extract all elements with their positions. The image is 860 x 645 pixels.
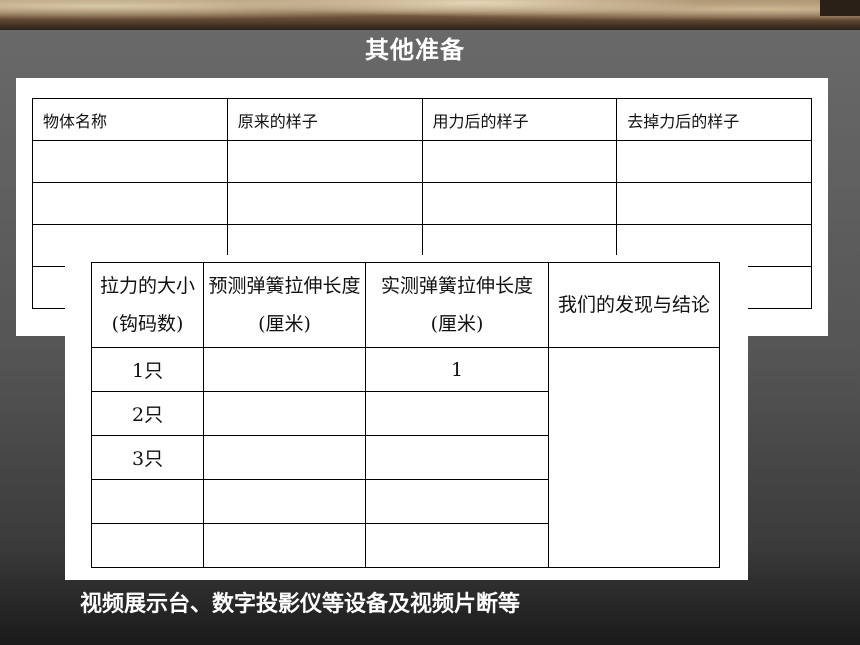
header-cell: 拉力的大小 (钩码数) — [91, 262, 204, 348]
spring-experiment-table: 拉力的大小 (钩码数) 预测弹簧拉伸长度 (厘米) 实测弹簧拉伸长度 (厘米) … — [91, 262, 720, 568]
header-cell: 实测弹簧拉伸长度 (厘米) — [365, 262, 549, 348]
table-cell — [91, 479, 204, 524]
table-cell — [203, 347, 366, 392]
table-cell: 3只 — [91, 435, 204, 480]
table-cell: 2只 — [91, 391, 204, 436]
header-cell: 预测弹簧拉伸长度 (厘米) — [203, 262, 366, 348]
table-header-row: 物体名称 原来的样子 用力后的样子 去掉力后的样子 — [32, 98, 812, 141]
table-cell — [203, 391, 366, 436]
table-cell — [203, 523, 366, 568]
table-row: 1只 1 — [91, 347, 720, 568]
header-cell: 去掉力后的样子 — [616, 98, 812, 141]
conclusion-cell — [548, 347, 720, 568]
footer-caption: 视频展示台、数字投影仪等设备及视频片断等 — [80, 592, 521, 617]
table-cell — [203, 435, 366, 480]
slide-title: 其他准备 — [365, 36, 465, 64]
table-cell — [365, 391, 549, 436]
banner-corner — [820, 0, 860, 16]
table-row — [32, 182, 812, 225]
table-header-row: 拉力的大小 (钩码数) 预测弹簧拉伸长度 (厘米) 实测弹簧拉伸长度 (厘米) … — [91, 262, 720, 348]
table-cell — [365, 435, 549, 480]
table-row — [32, 140, 812, 183]
table-cell — [91, 523, 204, 568]
table-cell: 1 — [365, 347, 549, 392]
table-cell: 1只 — [91, 347, 204, 392]
table-cell — [365, 523, 549, 568]
header-cell: 物体名称 — [32, 98, 228, 141]
header-cell: 原来的样子 — [226, 98, 423, 141]
header-cell: 用力后的样子 — [421, 98, 618, 141]
table-cell — [365, 479, 549, 524]
decorative-banner — [0, 0, 860, 30]
header-cell: 我们的发现与结论 — [548, 262, 720, 348]
table-cell — [203, 479, 366, 524]
